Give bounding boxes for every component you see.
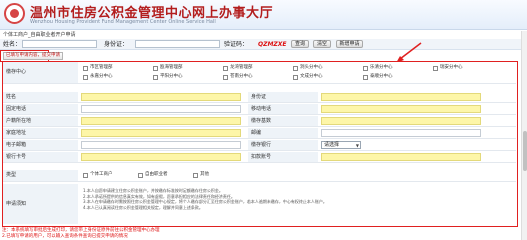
type-option: 自由职业者 — [145, 172, 168, 177]
name-input[interactable] — [22, 40, 97, 48]
center-checkbox[interactable] — [363, 66, 368, 71]
field-label: 缴存银行 — [248, 140, 318, 150]
terms-text: 1.本人自愿申请建立住房公积金账户，并按缴存标准按时足额缴存住房公积金。 2.本… — [83, 188, 513, 210]
captcha-image[interactable]: QZMZXE — [258, 40, 287, 49]
bank-select[interactable]: 请选择 ▼ — [321, 141, 361, 149]
bank-select-value: 请选择 — [324, 142, 340, 148]
site-header: 温州市住房公积金管理中心网上办事大厅 Wenzhou Housing Provi… — [0, 0, 527, 30]
footnote: 2.已填写申请的用户，可以输入查询条件查询已提交申请的情况 — [2, 234, 128, 239]
page-scrollbar[interactable] — [521, 31, 527, 240]
breadcrumb: 个体工商户_自由职业者开户申请 — [3, 32, 76, 38]
site-subtitle: Wenzhou Housing Provident Fund Managemen… — [30, 19, 216, 25]
field-label: 家庭地址 — [3, 128, 78, 138]
center-option: 龙湾管理部 — [230, 65, 253, 70]
center-label: 缴存中心 — [3, 62, 78, 83]
chevron-down-icon: ▼ — [355, 143, 359, 148]
form-row: 姓名 身份证 — [3, 92, 516, 103]
center-option: 苍南分中心 — [230, 74, 253, 79]
form-row: 电子邮箱 缴存银行 请选择 ▼ — [3, 140, 516, 151]
type-option: 其他 — [200, 172, 209, 177]
query-bar: 姓名： 身份证： 验证码： QZMZXE 查询 清空 新增申请 — [0, 39, 527, 50]
hukou-field[interactable] — [81, 117, 241, 125]
field-label: 户籍所在地 — [3, 116, 78, 126]
center-checkbox[interactable] — [293, 75, 298, 80]
field-label: 邮编 — [248, 128, 318, 138]
center-option: 瑞安分中心 — [440, 65, 463, 70]
account-field[interactable] — [81, 153, 241, 161]
emblem-icon — [4, 3, 25, 24]
application-form: 缴存中心 市区管理部 瓯海管理部 龙湾管理部 洞头分中心 乐清分中心 瑞安分中心… — [2, 61, 518, 227]
center-row: 缴存中心 市区管理部 瓯海管理部 龙湾管理部 洞头分中心 乐清分中心 瑞安分中心… — [3, 62, 516, 84]
type-row: 类型 个体工商户 自由职业者 其他 — [3, 170, 516, 182]
captcha-label: 验证码： — [224, 41, 249, 48]
center-checkbox[interactable] — [433, 66, 438, 71]
center-checkbox[interactable] — [363, 75, 368, 80]
id-number-field[interactable] — [321, 93, 481, 101]
field-label: 身份证 — [248, 92, 318, 102]
pay-account-field[interactable] — [321, 153, 481, 161]
type-checkbox[interactable] — [193, 173, 198, 178]
form-row: 家庭地址 邮编 — [3, 128, 516, 139]
field-label: 电子邮箱 — [3, 140, 78, 150]
center-checkbox[interactable] — [153, 66, 158, 71]
type-checkbox[interactable] — [83, 173, 88, 178]
terms-row: 申请须知 1.本人自愿申请建立住房公积金账户，并按缴存标准按时足额缴存住房公积金… — [3, 184, 516, 224]
name-field[interactable] — [81, 93, 241, 101]
center-checkbox[interactable] — [293, 66, 298, 71]
field-label: 移动电话 — [248, 104, 318, 114]
new-application-button[interactable]: 新增申请 — [336, 40, 363, 48]
name-label: 姓名： — [3, 41, 22, 48]
postcode-field[interactable] — [321, 129, 481, 137]
field-label: 姓名 — [3, 92, 78, 102]
type-checkbox[interactable] — [138, 173, 143, 178]
deposit-base-field[interactable] — [321, 117, 481, 125]
center-option: 洞头分中心 — [300, 65, 323, 70]
email-field[interactable] — [81, 141, 241, 149]
id-input[interactable] — [135, 40, 220, 48]
center-option: 泰顺分中心 — [370, 74, 393, 79]
field-label: 扣款账号 — [248, 152, 318, 162]
center-option: 乐清分中心 — [370, 65, 393, 70]
center-option: 瓯海管理部 — [160, 65, 183, 70]
query-button[interactable]: 查询 — [291, 40, 309, 48]
center-option: 文成分中心 — [300, 74, 323, 79]
home-phone-field[interactable] — [81, 105, 241, 113]
field-label: 缴存基数 — [248, 116, 318, 126]
mobile-field[interactable] — [321, 105, 481, 113]
center-option: 永嘉分中心 — [90, 74, 113, 79]
terms-line: 4.本人已认真阅读住房公积金管理相关规定，理解并同意上述条款。 — [83, 204, 203, 210]
field-label: 固定电话 — [3, 104, 78, 114]
center-option: 平阳分中心 — [160, 74, 183, 79]
id-label: 身份证： — [104, 41, 129, 48]
center-option: 市区管理部 — [90, 65, 113, 70]
center-checkbox[interactable] — [83, 75, 88, 80]
center-checkbox[interactable] — [223, 66, 228, 71]
field-label: 申请须知 — [3, 184, 78, 224]
form-row: 户籍所在地 缴存基数 — [3, 116, 516, 127]
scrollbar-thumb[interactable] — [523, 131, 527, 171]
type-option: 个体工商户 — [90, 172, 113, 177]
center-checkbox[interactable] — [153, 75, 158, 80]
form-row: 固定电话 移动电话 — [3, 104, 516, 115]
field-label: 银行卡号 — [3, 152, 78, 162]
clear-button[interactable]: 清空 — [313, 40, 331, 48]
form-row: 银行卡号 扣款账号 — [3, 152, 516, 163]
submit-application-button[interactable]: 已填写申请内容，提交申请 — [3, 52, 63, 60]
center-checkbox[interactable] — [223, 75, 228, 80]
field-label: 类型 — [3, 170, 78, 181]
address-field[interactable] — [81, 129, 241, 137]
center-checkbox[interactable] — [83, 66, 88, 71]
